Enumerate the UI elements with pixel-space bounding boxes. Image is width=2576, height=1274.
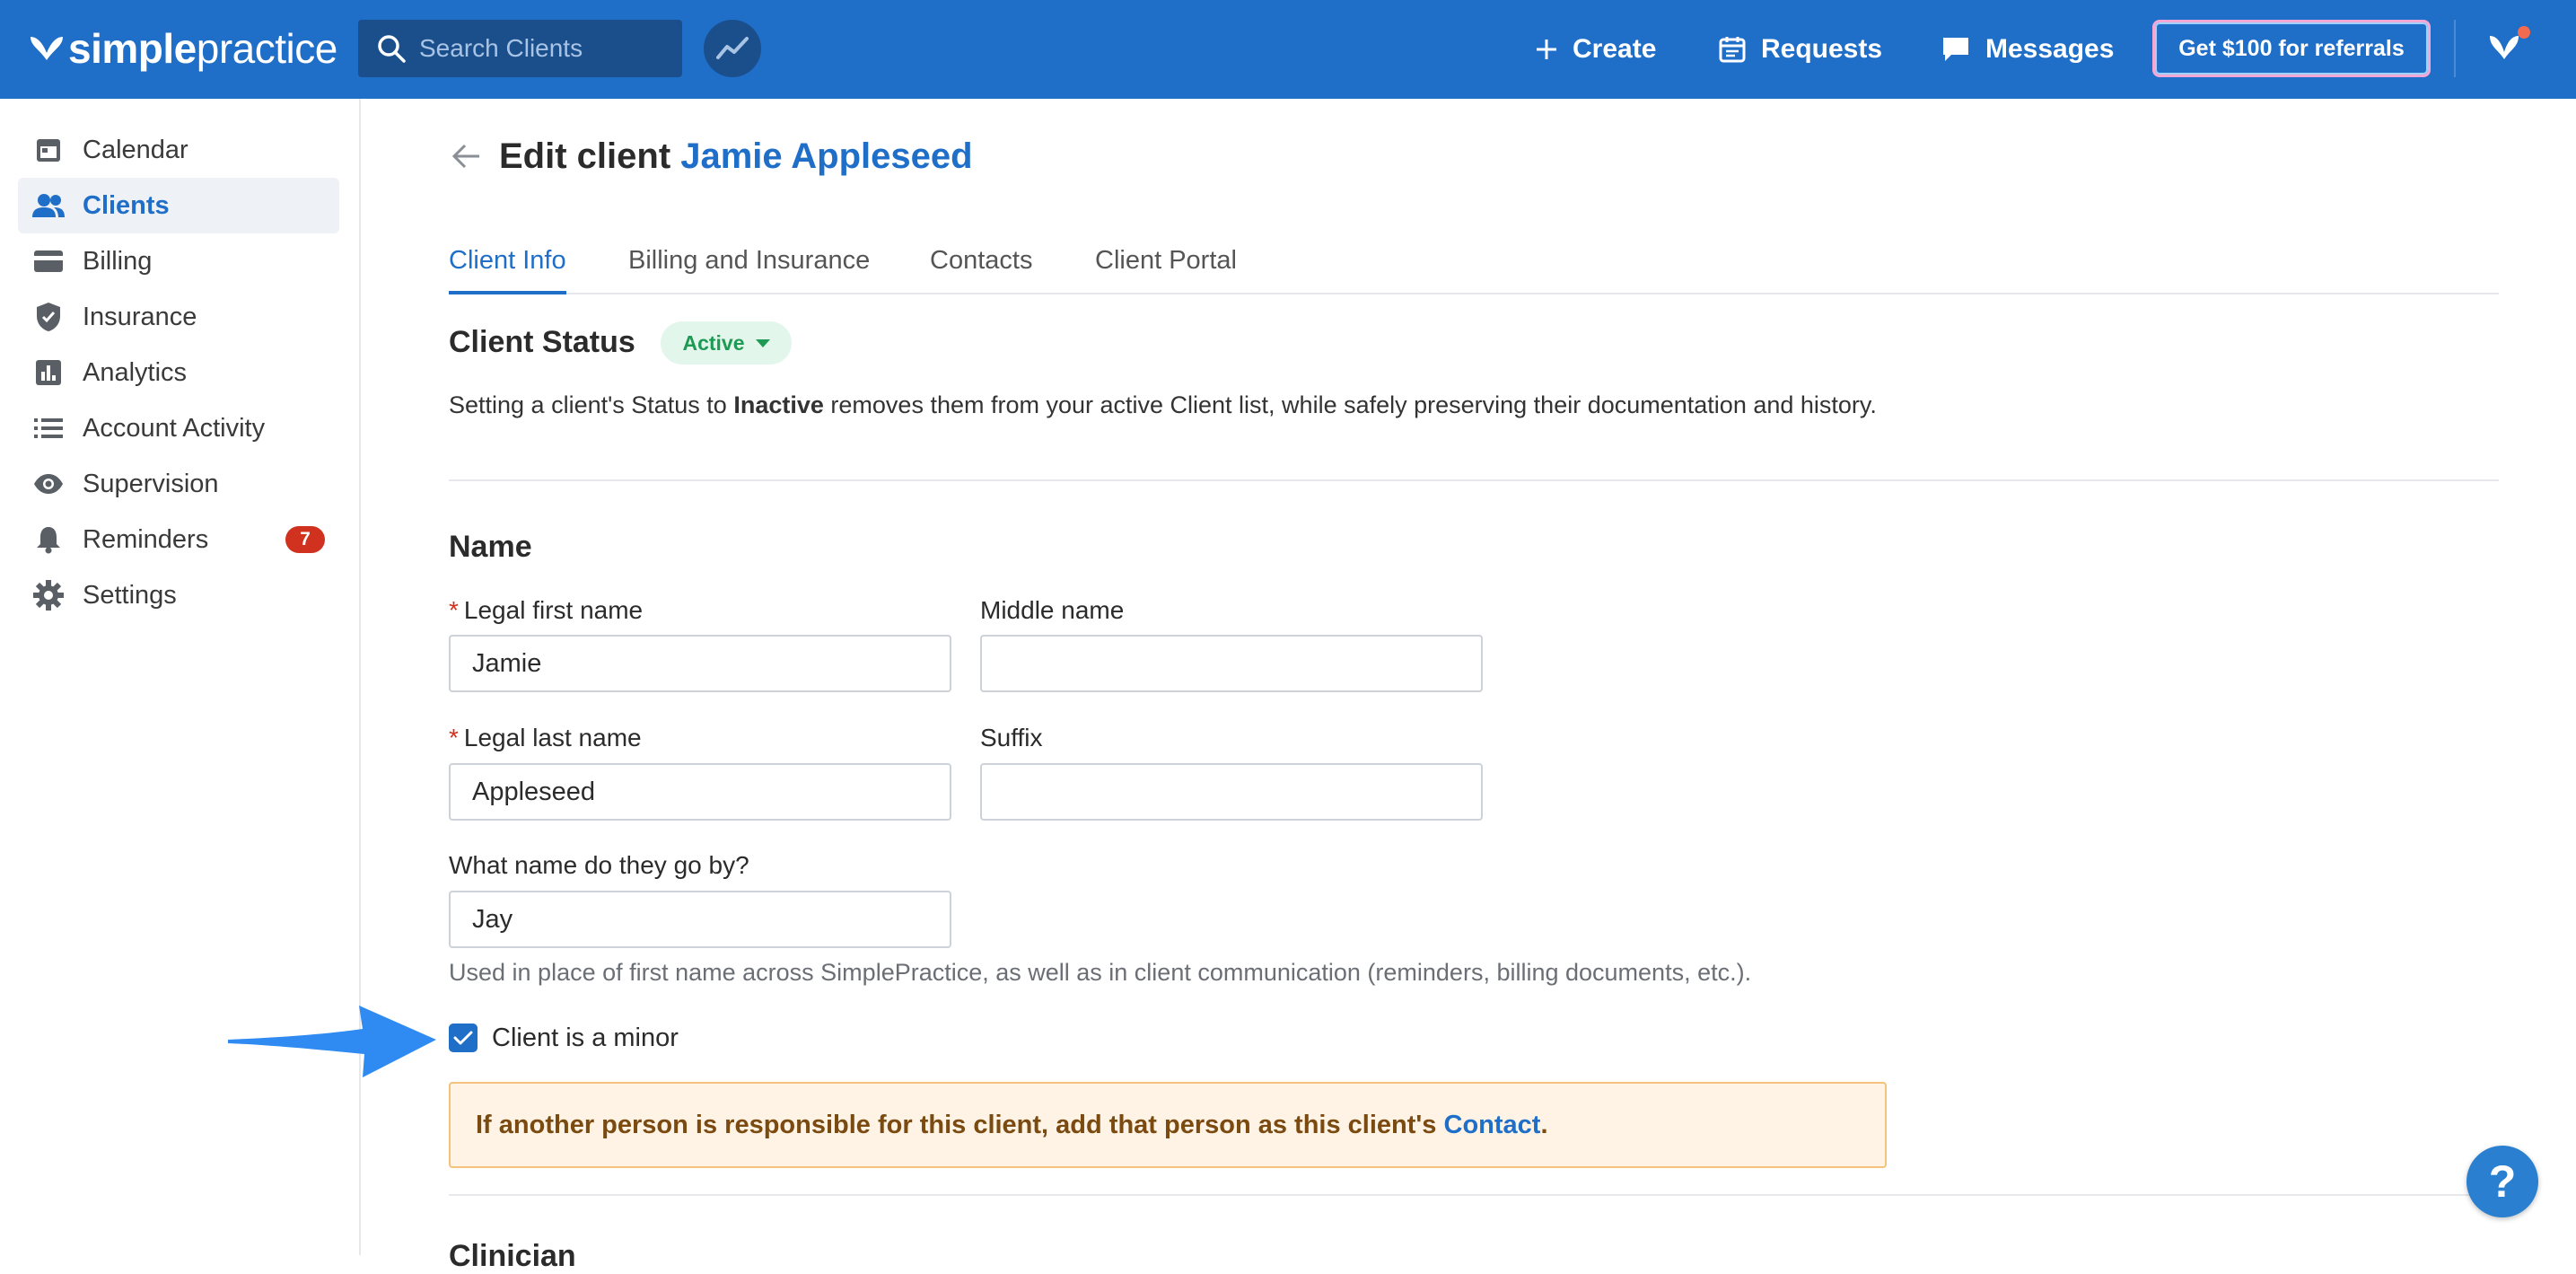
sidebar-item-supervision[interactable]: Supervision [18,456,339,512]
suffix-label: Suffix [980,724,1043,751]
goes-by-input[interactable] [449,891,951,948]
requests-label: Requests [1761,34,1883,64]
sidebar-item-reminders[interactable]: Reminders 7 [18,512,339,567]
sidebar: Calendar Clients Billing Insurance Analy… [0,99,361,1255]
back-arrow-icon[interactable] [451,142,483,171]
status-desc-bold: Inactive [733,391,824,418]
top-navbar: simplepractice Create Requests [0,0,2576,99]
legal-last-name-text: Legal last name [463,724,642,751]
account-menu[interactable] [2488,25,2533,65]
messages-label: Messages [1985,34,2115,64]
sidebar-item-label: Supervision [83,469,219,498]
sidebar-item-label: Account Activity [83,413,266,443]
requests-button[interactable]: Requests [1718,25,1882,74]
section-divider [449,1194,2499,1196]
chat-bubble-icon [1943,38,1968,61]
tab-contacts[interactable]: Contacts [930,235,1032,294]
shield-icon [32,301,65,333]
referral-button[interactable]: Get $100 for referrals [2152,20,2431,77]
client-is-minor-label[interactable]: Client is a minor [492,1024,679,1053]
sidebar-item-label: Insurance [83,302,197,331]
status-value: Active [682,330,745,355]
middle-name-label: Middle name [980,596,1125,624]
billing-icon [32,245,65,277]
sidebar-item-account-activity[interactable]: Account Activity [18,400,339,456]
bar-chart-icon [32,356,65,389]
search-box[interactable] [358,20,682,77]
legal-first-name-label: * Legal first name [449,596,643,625]
legal-first-name-input[interactable] [449,635,951,692]
bell-icon [32,523,65,556]
list-icon [32,412,65,444]
calendar-icon [32,134,65,166]
insights-button[interactable] [704,20,761,77]
minor-contact-alert: If another person is responsible for thi… [449,1082,1887,1168]
sidebar-item-label: Calendar [83,135,188,164]
status-desc-end: removes them from your active Client lis… [823,391,1877,418]
sidebar-item-analytics[interactable]: Analytics [18,345,339,400]
main-content: Edit client Jamie Appleseed Client Info … [361,99,2576,1273]
messages-button[interactable]: Messages [1941,25,2114,74]
sidebar-item-settings[interactable]: Settings [18,567,339,623]
status-description: Setting a client's Status to Inactive re… [449,391,1877,419]
clinician-section-heading: Clinician [449,1239,576,1273]
reminders-count-badge: 7 [285,526,325,553]
client-tabs: Client Info Billing and Insurance Contac… [449,235,2499,294]
legal-last-name-label: * Legal last name [449,724,642,752]
annotation-arrow-icon [228,1006,436,1077]
search-icon [378,35,406,63]
status-dropdown[interactable]: Active [661,321,792,365]
butterfly-notification-icon [2490,26,2530,59]
name-section-heading: Name [449,530,532,564]
sidebar-item-label: Analytics [83,357,188,387]
gear-icon [32,579,65,611]
tab-client-portal[interactable]: Client Portal [1095,235,1237,294]
help-button[interactable]: ? [2466,1146,2538,1217]
eye-icon [32,468,65,500]
sidebar-item-insurance[interactable]: Insurance [18,289,339,345]
sidebar-item-label: Clients [83,190,170,220]
checkmark-icon [453,1031,473,1045]
middle-name-input[interactable] [980,635,1483,692]
goes-by-helper-text: Used in place of first name across Simpl… [449,959,1752,986]
sidebar-item-billing[interactable]: Billing [18,233,339,289]
create-label: Create [1573,34,1657,64]
calendar-request-icon [1719,37,1746,63]
clients-icon [32,189,65,222]
section-divider [449,479,2499,481]
alert-text: If another person is responsible for thi… [476,1110,1444,1139]
status-desc-start: Setting a client's Status to [449,391,734,418]
tab-billing-and-insurance[interactable]: Billing and Insurance [628,235,870,294]
sidebar-item-label: Settings [83,580,177,610]
goes-by-label: What name do they go by? [449,851,749,879]
simplepractice-logo[interactable]: simple practice [29,22,337,75]
butterfly-icon [31,37,63,60]
client-name: Jamie Appleseed [680,136,973,176]
sidebar-item-clients[interactable]: Clients [18,178,339,233]
tab-client-info[interactable]: Client Info [449,235,566,294]
legal-first-name-text: Legal first name [463,596,644,624]
trend-line-icon [716,37,749,59]
navbar-divider [2454,20,2456,77]
client-is-minor-checkbox[interactable] [449,1024,478,1052]
sidebar-item-label: Billing [83,246,153,276]
plus-icon [1537,40,1556,59]
logo-text-light: practice [196,25,338,72]
page-title-prefix: Edit client [499,136,681,176]
page-title: Edit client Jamie Appleseed [499,136,973,177]
required-marker: * [449,724,459,751]
alert-end: . [1540,1110,1548,1139]
contact-link[interactable]: Contact [1444,1111,1541,1140]
required-marker: * [449,596,459,624]
logo-text-bold: simple [68,25,197,72]
legal-last-name-input[interactable] [449,763,951,821]
sidebar-item-calendar[interactable]: Calendar [18,122,339,178]
create-button[interactable]: Create [1535,25,1656,74]
search-input[interactable] [419,34,670,63]
sidebar-item-label: Reminders [83,524,209,554]
client-status-heading: Client Status [449,325,635,359]
suffix-input[interactable] [980,763,1483,821]
caret-down-icon [755,338,770,347]
